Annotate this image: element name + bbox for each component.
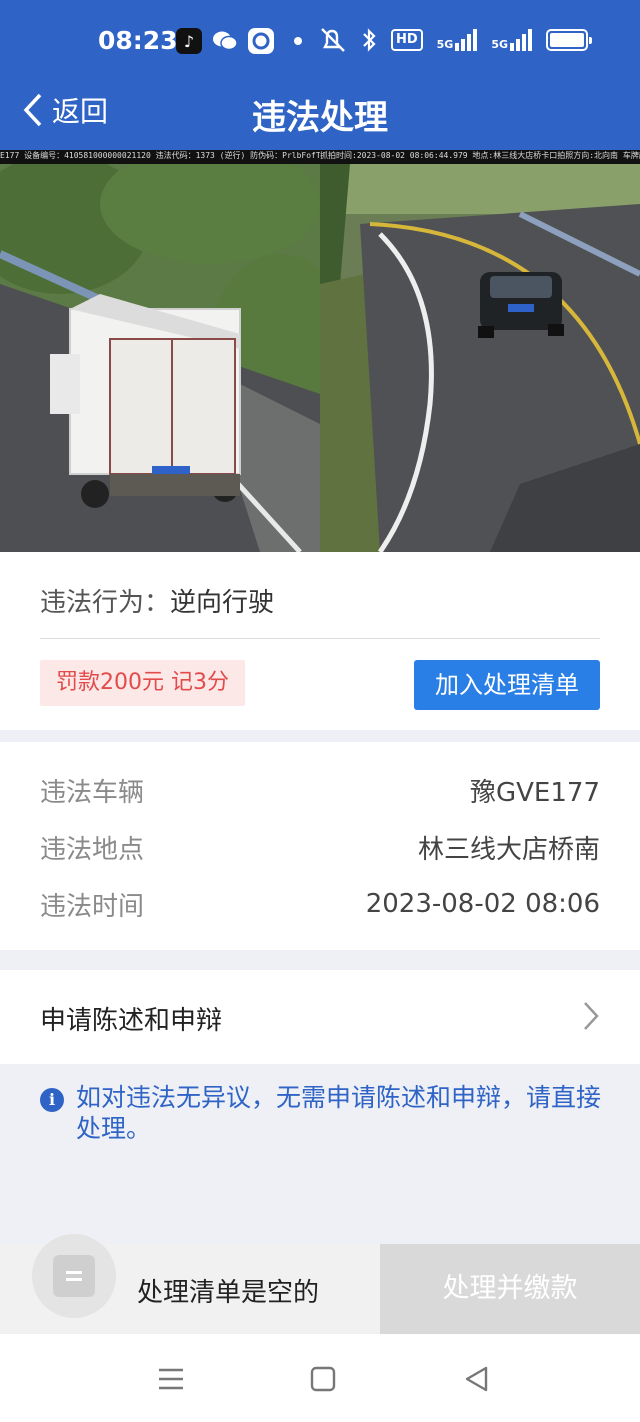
top-bar: 08:23 ♪ HD 5G 5G 返回 违法处理: [0, 0, 640, 150]
notice: i 如对违法无异议，无需申请陈述和申辩，请直接处理。: [40, 1082, 602, 1144]
home-icon[interactable]: [306, 1362, 340, 1396]
appeal-label: 申请陈述和申辩: [40, 1006, 223, 1036]
notice-text: 如对违法无异议，无需申请陈述和申辩，请直接处理。: [76, 1083, 602, 1143]
notification-dot-icon: [294, 37, 302, 45]
behavior-label: 违法行为：: [40, 588, 171, 618]
app-icon: [248, 28, 274, 54]
detail-row-vehicle: 违法车辆 豫GVE177: [40, 770, 600, 810]
status-right: HD 5G 5G: [319, 27, 592, 53]
menu-icon[interactable]: [154, 1362, 188, 1396]
chevron-right-icon: [584, 1002, 599, 1030]
list-icon: [53, 1255, 95, 1297]
process-list-button[interactable]: [32, 1234, 116, 1318]
detail-value: 林三线大店桥南: [417, 834, 600, 865]
detail-label: 违法车辆: [40, 777, 145, 808]
camera-caption-right: 抓拍时间:2023-08-02 08:06:44.979 地点:林三线大店桥卡口…: [320, 151, 640, 160]
appeal-row[interactable]: 申请陈述和申辩: [0, 970, 640, 1064]
network-label-2: 5G: [491, 38, 508, 51]
back-triangle-icon[interactable]: [460, 1362, 494, 1396]
camera-caption-strip: E177 设备编号：410581000000021120 违法代码：1373 (…: [0, 150, 640, 164]
violation-card: 违法行为：逆向行驶 罚款200元 记3分 加入处理清单: [0, 552, 640, 730]
add-to-list-button[interactable]: 加入处理清单: [414, 660, 600, 710]
detail-row-location: 违法地点 林三线大店桥南: [40, 827, 600, 867]
tiktok-icon: ♪: [176, 28, 202, 54]
detail-value: 豫GVE177: [470, 777, 600, 808]
violation-details-card: 违法车辆 豫GVE177 违法地点 林三线大店桥南 违法时间 2023-08-0…: [0, 742, 640, 950]
info-icon: i: [40, 1088, 64, 1112]
page-title: 违法处理: [252, 98, 388, 138]
wechat-icon: [212, 28, 238, 54]
detail-row-time: 违法时间 2023-08-02 08:06: [40, 884, 600, 924]
status-bar: 08:23 ♪ HD 5G 5G: [0, 0, 640, 80]
nav-header: 返回 违法处理: [0, 80, 640, 150]
detail-label: 违法时间: [40, 891, 145, 922]
fine-badge: 罚款200元 记3分: [40, 660, 245, 706]
hd-badge: HD: [390, 29, 423, 51]
system-nav-bar: [0, 1334, 640, 1422]
mute-icon: [321, 28, 345, 52]
process-and-pay-button[interactable]: 处理并缴款: [380, 1244, 640, 1334]
signal-icon: [455, 29, 478, 51]
evidence-photo-left[interactable]: [0, 164, 320, 552]
status-app-icons: ♪: [176, 28, 302, 54]
detail-value: 2023-08-02 08:06: [365, 889, 600, 919]
behavior-value: 逆向行驶: [170, 588, 275, 618]
empty-list-text: 处理清单是空的: [137, 1278, 320, 1308]
divider: [40, 638, 600, 639]
signal-icon: [510, 29, 532, 51]
bluetooth-icon: [363, 28, 376, 52]
evidence-photos[interactable]: E177 设备编号：410581000000021120 违法代码：1373 (…: [0, 150, 640, 552]
network-label-1: 5G: [436, 38, 454, 51]
detail-label: 违法地点: [40, 834, 145, 865]
camera-caption-left: E177 设备编号：410581000000021120 违法代码：1373 (…: [0, 151, 320, 160]
violation-behavior: 违法行为：逆向行驶: [40, 582, 274, 619]
bottom-action-bar: 处理清单是空的 处理并缴款: [0, 1234, 640, 1334]
battery-icon: [546, 29, 592, 51]
evidence-photo-right[interactable]: [320, 164, 640, 552]
status-time: 08:23: [98, 26, 178, 55]
